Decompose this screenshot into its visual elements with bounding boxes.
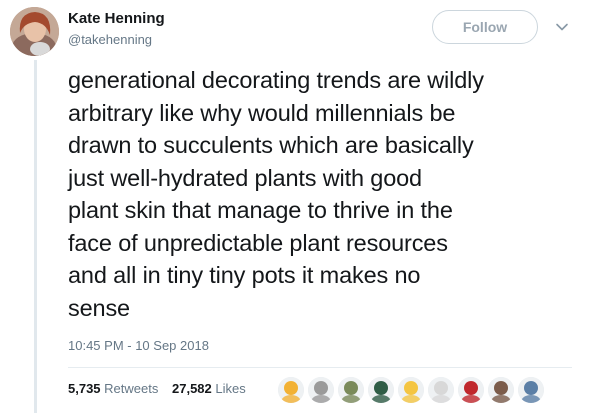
liker-avatars	[278, 377, 548, 403]
likes-stat[interactable]: 27,582 Likes	[172, 381, 246, 396]
tweet-text-line: face of unpredictable plant resources	[68, 229, 448, 256]
liker-avatar-icon[interactable]	[368, 377, 394, 403]
tweet-text-line: generational decorating trends are wildl…	[68, 67, 484, 93]
tweet-text-line: just well-hydrated plants with good	[68, 164, 422, 191]
tweet-stats: 5,735 Retweets 27,582 Likes	[68, 381, 256, 396]
retweets-count: 5,735	[68, 381, 101, 396]
user-handle[interactable]: @takehenning	[68, 32, 152, 47]
thread-line	[34, 60, 37, 413]
liker-avatar-icon[interactable]	[518, 377, 544, 403]
liker-avatar-icon[interactable]	[428, 377, 454, 403]
liker-avatar-icon[interactable]	[458, 377, 484, 403]
display-name[interactable]: Kate Henning	[68, 10, 165, 27]
tweet-text-line: arbitrary like why would millennials be	[68, 99, 456, 126]
liker-avatar-icon[interactable]	[308, 377, 334, 403]
liker-avatar-icon[interactable]	[278, 377, 304, 403]
retweets-label: Retweets	[104, 381, 159, 396]
chevron-down-icon[interactable]	[554, 19, 570, 35]
tweet-text-line: plant skin that manage to thrive in the	[68, 197, 453, 223]
user-avatar[interactable]	[10, 7, 59, 56]
likes-label: Likes	[215, 381, 246, 396]
tweet-text-line: drawn to succulents which are basically	[68, 132, 474, 158]
tweet-timestamp[interactable]: 10:45 PM - 10 Sep 2018	[68, 338, 209, 353]
likes-count: 27,582	[172, 381, 212, 396]
divider	[68, 367, 572, 368]
retweets-stat[interactable]: 5,735 Retweets	[68, 381, 158, 396]
follow-button[interactable]: Follow	[432, 10, 538, 44]
tweet-text: generational decorating trends are wildl…	[68, 64, 588, 324]
tweet-card: Kate Henning @takehenning Follow generat…	[0, 0, 601, 413]
liker-avatar-icon[interactable]	[488, 377, 514, 403]
liker-avatar-icon[interactable]	[338, 377, 364, 403]
tweet-text-line: and all in tiny tiny pots it makes no	[68, 262, 421, 288]
tweet-text-line: sense	[68, 294, 130, 321]
liker-avatar-icon[interactable]	[398, 377, 424, 403]
